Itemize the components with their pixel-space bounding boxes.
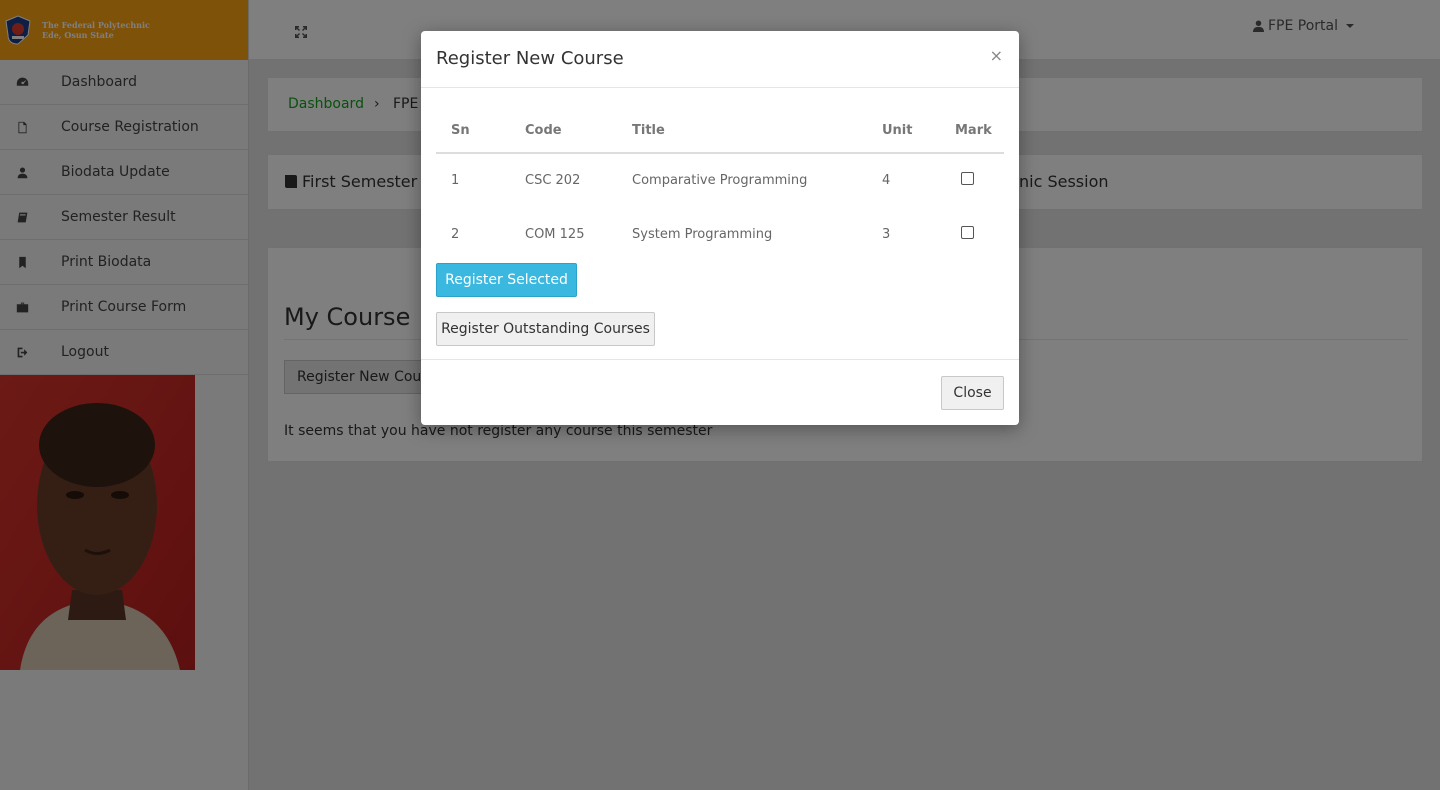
cell-unit: 3 (867, 207, 940, 262)
table-row: 1 CSC 202 Comparative Programming 4 (436, 153, 1004, 208)
cell-mark (940, 207, 1004, 262)
column-header-unit: Unit (867, 108, 940, 154)
register-outstanding-courses-button[interactable]: Register Outstanding Courses (436, 312, 655, 346)
cell-title: System Programming (617, 207, 867, 262)
register-course-modal: Register New Course × Sn Code Title Unit… (421, 31, 1019, 425)
course-table: Sn Code Title Unit Mark 1 CSC 202 Compar… (436, 108, 1004, 262)
cell-code: CSC 202 (510, 153, 617, 208)
mark-checkbox[interactable] (961, 171, 974, 185)
register-selected-button[interactable]: Register Selected (436, 263, 577, 297)
close-button[interactable]: Close (941, 376, 1004, 410)
column-header-code: Code (510, 108, 617, 154)
table-row: 2 COM 125 System Programming 3 (436, 207, 1004, 262)
cell-unit: 4 (867, 153, 940, 208)
cell-mark (940, 153, 1004, 208)
cell-sn: 2 (436, 207, 510, 262)
modal-body: Sn Code Title Unit Mark 1 CSC 202 Compar… (421, 88, 1019, 360)
column-header-sn: Sn (436, 108, 510, 154)
cell-title: Comparative Programming (617, 153, 867, 208)
column-header-title: Title (617, 108, 867, 154)
table-header-row: Sn Code Title Unit Mark (436, 108, 1004, 154)
mark-checkbox[interactable] (961, 225, 974, 239)
column-header-mark: Mark (940, 108, 1004, 154)
close-icon[interactable]: × (990, 46, 1003, 65)
modal-title: Register New Course (436, 48, 624, 69)
modal-header: Register New Course × (421, 31, 1019, 88)
cell-sn: 1 (436, 153, 510, 208)
cell-code: COM 125 (510, 207, 617, 262)
